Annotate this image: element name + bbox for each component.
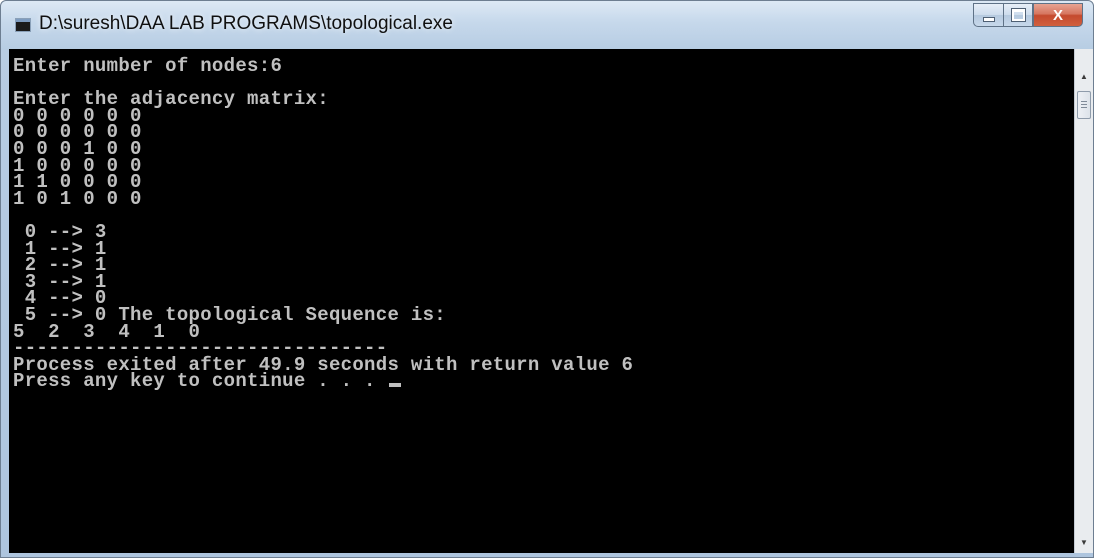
close-button[interactable]: X: [1033, 3, 1083, 27]
caption-buttons: X: [973, 3, 1083, 27]
grip-line: [1081, 107, 1087, 108]
scroll-up-arrow-icon[interactable]: ▲: [1075, 67, 1093, 85]
console-app-icon[interactable]: [15, 18, 31, 32]
minimize-icon: [982, 16, 995, 22]
grip-line: [1081, 104, 1087, 105]
title-bar[interactable]: D:\suresh\DAA LAB PROGRAMS\topological.e…: [1, 1, 1093, 49]
window-title: D:\suresh\DAA LAB PROGRAMS\topological.e…: [39, 13, 453, 34]
console-text: Enter number of nodes:6 Enter the adjace…: [13, 55, 633, 393]
grip-line: [1081, 101, 1087, 102]
maximize-button[interactable]: [1003, 3, 1033, 27]
matrix-row: 1 0 1 0 0 0: [13, 187, 142, 210]
press-any-key-prompt: Press any key to continue . . .: [13, 370, 388, 393]
console-output-area[interactable]: Enter number of nodes:6 Enter the adjace…: [9, 49, 1074, 553]
vertical-scrollbar[interactable]: ▲ ▼: [1074, 49, 1093, 553]
maximize-icon: [1011, 9, 1025, 21]
scroll-thumb[interactable]: [1077, 91, 1091, 119]
console-window: D:\suresh\DAA LAB PROGRAMS\topological.e…: [0, 0, 1094, 558]
console-line: Enter number of nodes:6: [13, 55, 283, 77]
close-icon: X: [1052, 6, 1063, 24]
minimize-button[interactable]: [973, 3, 1003, 27]
scroll-down-arrow-icon[interactable]: ▼: [1075, 533, 1093, 551]
text-cursor: [389, 383, 402, 388]
